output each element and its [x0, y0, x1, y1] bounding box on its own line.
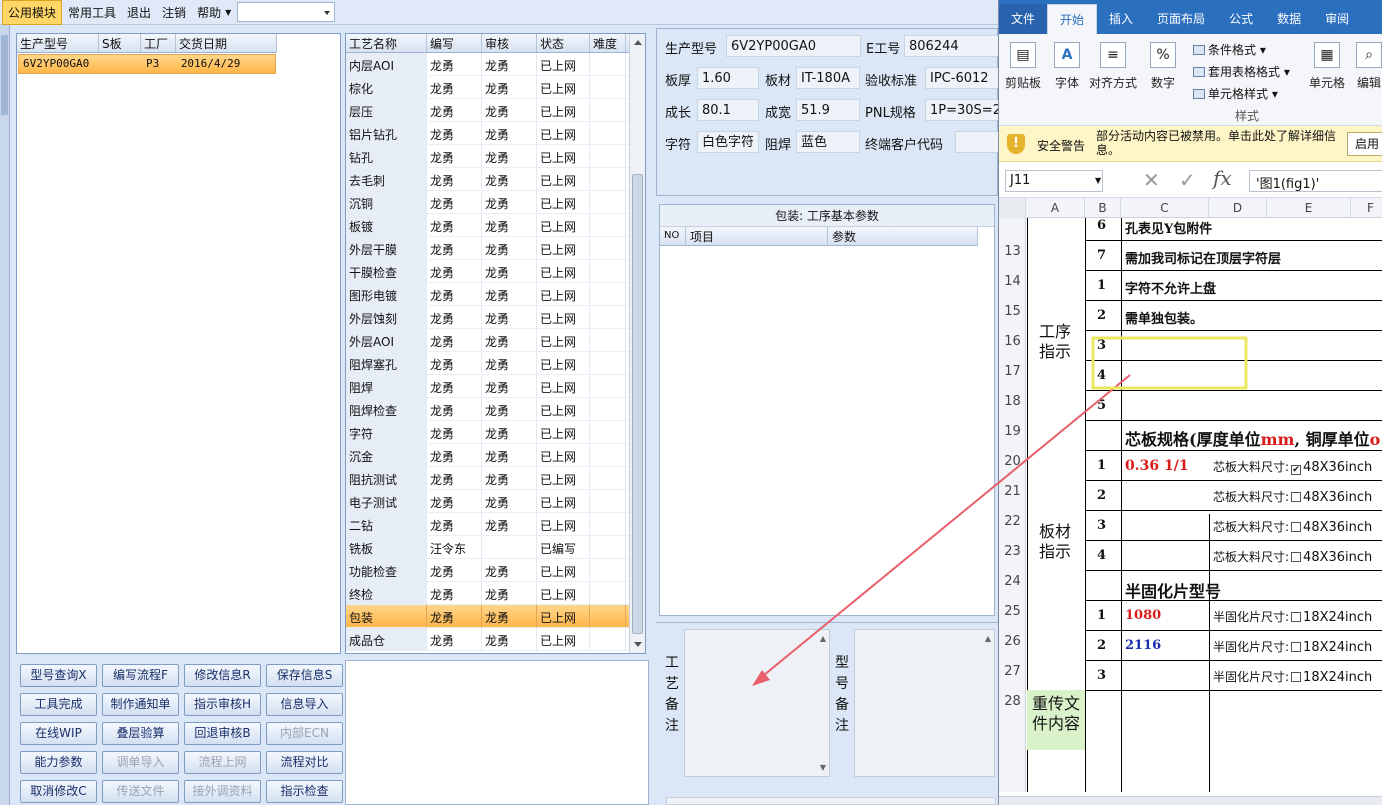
annotation-arrow-line	[757, 374, 1131, 681]
highlight-box	[1091, 336, 1248, 390]
annotation-overlay	[752, 336, 1248, 686]
